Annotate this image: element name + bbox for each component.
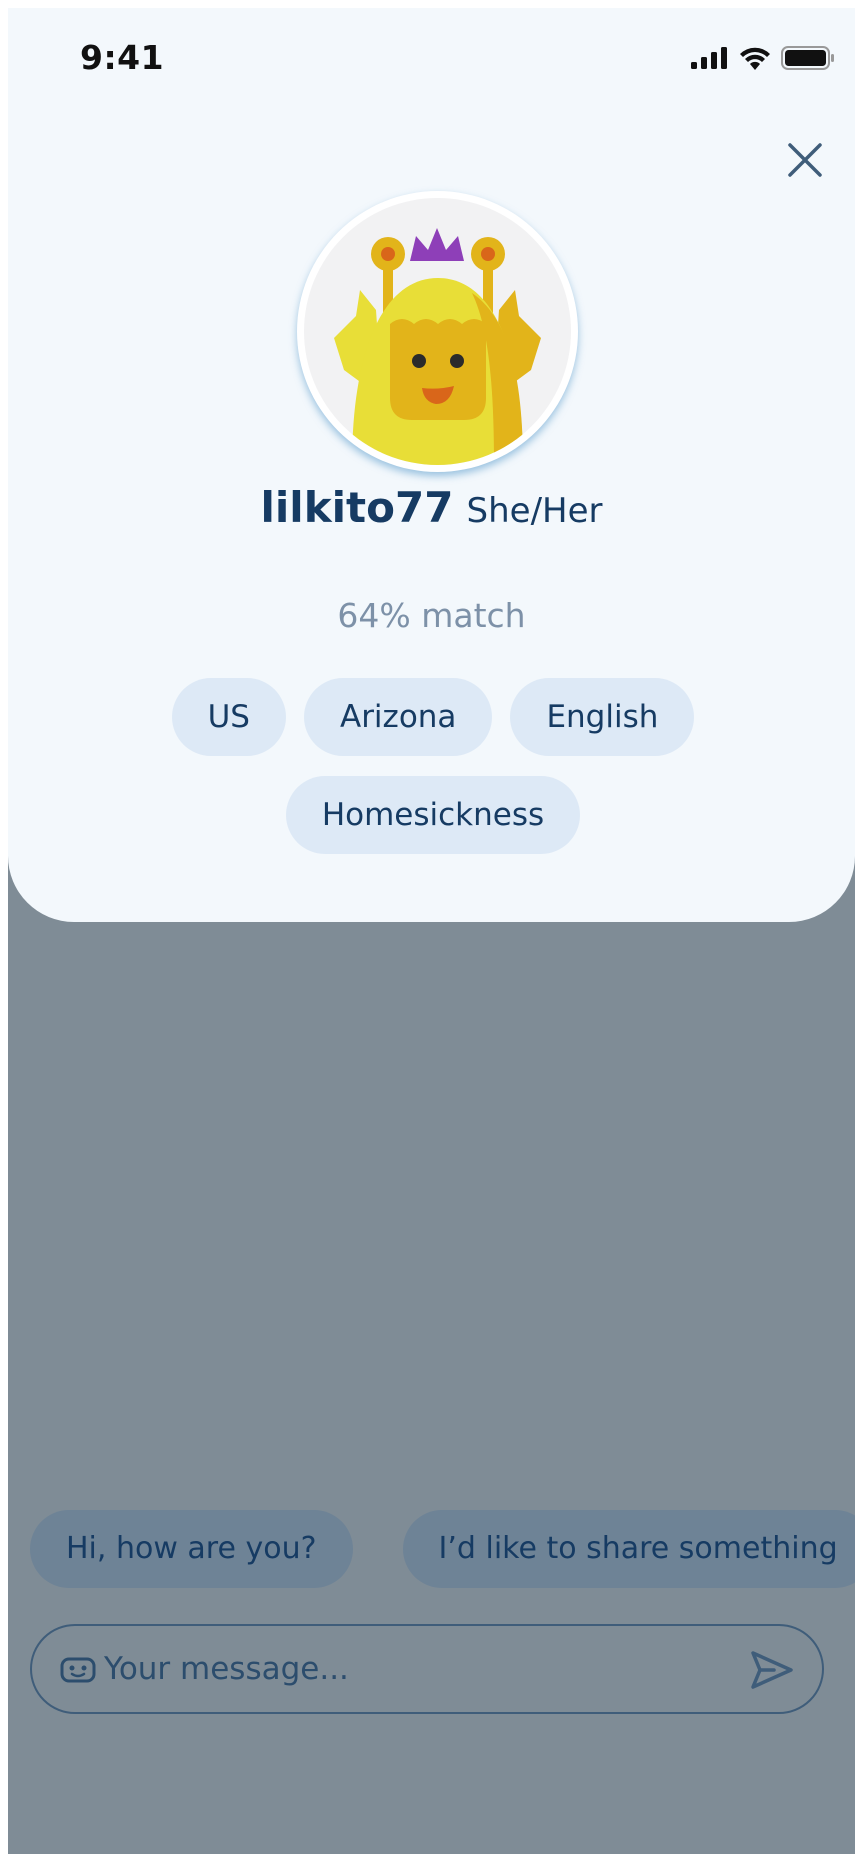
wifi-icon [739, 46, 771, 74]
profile-name-row: lilkito77 She/Her [8, 483, 855, 532]
send-icon[interactable] [750, 1650, 794, 1690]
pronouns: She/Her [466, 491, 603, 531]
status-bar: 9:41 [8, 8, 855, 112]
tag-us: US [171, 678, 286, 756]
message-composer [30, 1624, 824, 1714]
profile-sheet: 9:41 lilkito77 She/Her 64% match US Ariz… [8, 8, 855, 922]
message-input[interactable] [104, 1640, 704, 1698]
profile-tags: US Arizona English Homesickness [128, 678, 738, 854]
avatar [297, 191, 578, 472]
signal-icon [691, 47, 729, 73]
match-percentage: 64% match [337, 596, 526, 635]
quick-replies: Hi, how are you? I’d like to share somet… [30, 1510, 855, 1588]
screen: 9:41 lilkito77 She/Her 64% match US Ariz… [8, 8, 855, 1854]
username: lilkito77 [260, 483, 454, 532]
monster-avatar-icon [304, 198, 571, 465]
status-time: 9:41 [80, 38, 165, 77]
close-icon[interactable] [784, 139, 826, 181]
robot-face-icon [60, 1656, 96, 1684]
tag-homesickness: Homesickness [285, 776, 581, 854]
status-icons [691, 46, 835, 74]
battery-icon [781, 46, 835, 74]
tag-english: English [510, 678, 695, 756]
quick-reply-share[interactable]: I’d like to share something [402, 1510, 855, 1588]
tag-arizona: Arizona [303, 678, 493, 756]
quick-reply-greeting[interactable]: Hi, how are you? [30, 1510, 353, 1588]
